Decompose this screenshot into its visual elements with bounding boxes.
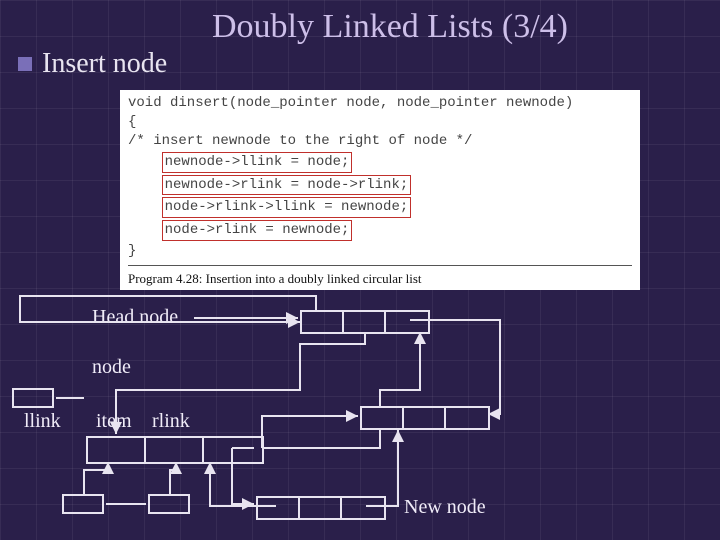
label-new-node: New node <box>404 496 486 519</box>
code-highlight: newnode->llink = node; <box>162 152 353 173</box>
code-open-brace: { <box>128 113 632 132</box>
label-head-node: Head node <box>92 306 178 329</box>
code-comment: /* insert newnode to the right of node *… <box>128 132 632 151</box>
new-node-box <box>256 496 386 520</box>
code-caption: Program 4.28: Insertion into a doubly li… <box>128 268 632 288</box>
node-box <box>86 436 264 464</box>
divider <box>128 265 632 266</box>
code-line: newnode->rlink = node->rlink; <box>128 174 632 197</box>
llink-cell <box>12 388 54 408</box>
code-signature: void dinsert(node_pointer node, node_poi… <box>128 94 632 113</box>
code-line: node->rlink = newnode; <box>128 219 632 242</box>
label-llink: llink <box>24 410 61 433</box>
subtitle: Insert node <box>42 48 167 80</box>
code-close-brace: } <box>128 242 632 261</box>
subtitle-row: Insert node <box>18 48 720 80</box>
label-item: item <box>96 410 132 433</box>
code-highlight: node->rlink->llink = newnode; <box>162 197 412 218</box>
bullet-icon <box>18 57 32 71</box>
aux-cell <box>148 494 190 514</box>
page-title: Doubly Linked Lists (3/4) <box>60 0 720 46</box>
code-highlight: newnode->rlink = node->rlink; <box>162 175 412 196</box>
head-node-box <box>300 310 430 334</box>
aux-cell <box>62 494 104 514</box>
code-panel: void dinsert(node_pointer node, node_poi… <box>120 90 640 290</box>
right-node-box <box>360 406 490 430</box>
label-node: node <box>92 356 131 379</box>
code-line: newnode->llink = node; <box>128 151 632 174</box>
code-line: node->rlink->llink = newnode; <box>128 196 632 219</box>
code-highlight: node->rlink = newnode; <box>162 220 353 241</box>
label-rlink: rlink <box>152 410 190 433</box>
